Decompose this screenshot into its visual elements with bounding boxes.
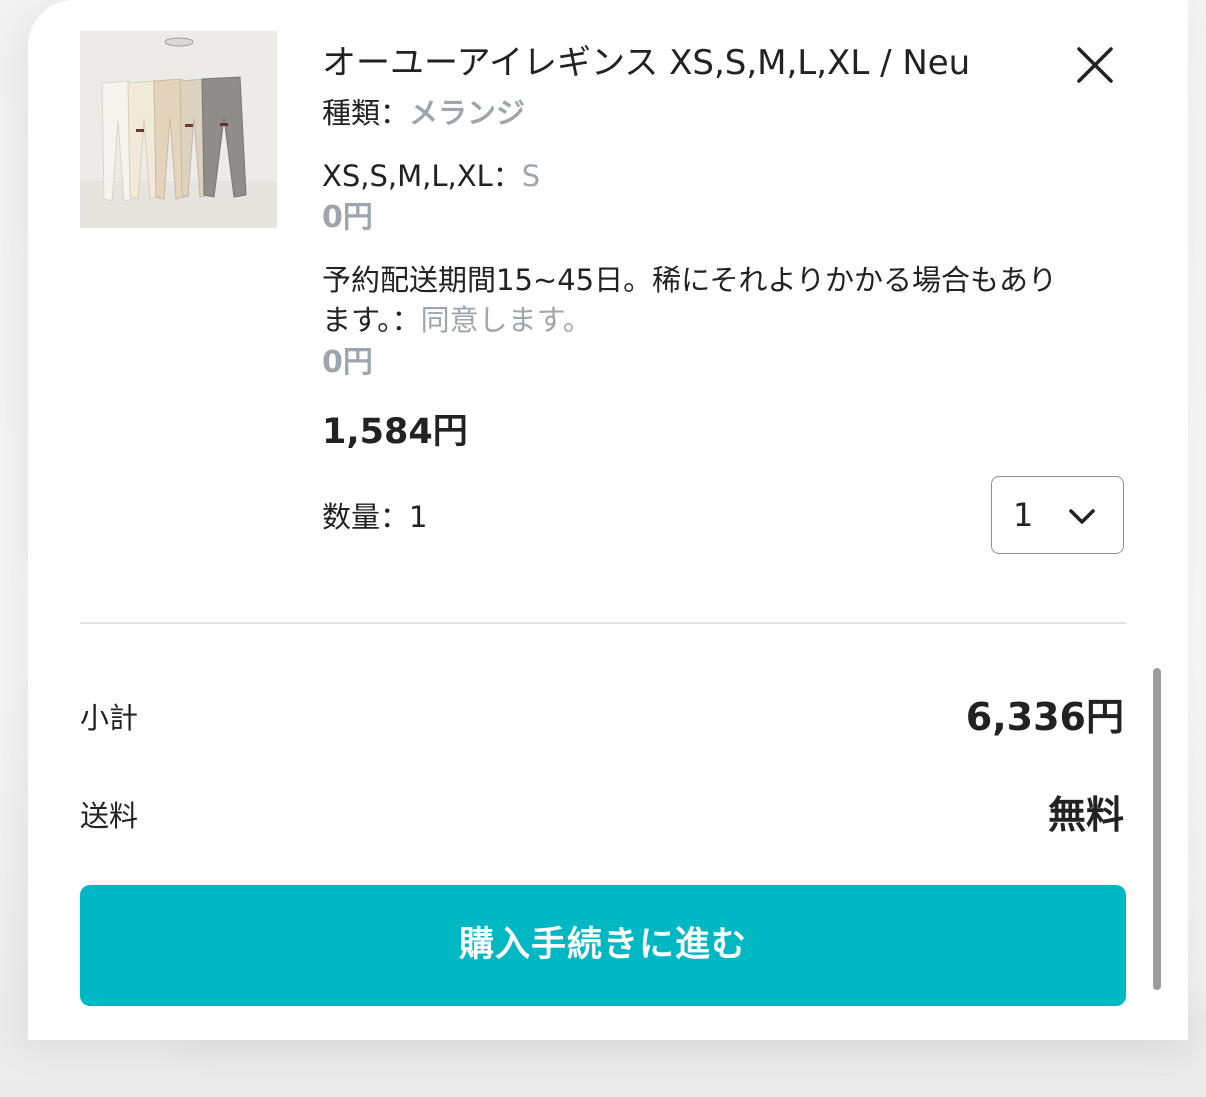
product-title[interactable]: オーユーアイレギンス XS,S,M,L,XL / Neu xyxy=(322,40,970,86)
quantity-select-value: 1 xyxy=(1013,496,1034,534)
divider xyxy=(80,622,1126,624)
option-type-row: 種類：メランジ xyxy=(322,93,525,133)
subtotal-value: 6,336円 xyxy=(965,695,1124,739)
delivery-note-value: 同意します。 xyxy=(420,303,592,337)
option-size-value: S xyxy=(521,159,541,193)
scrollbar[interactable] xyxy=(1153,668,1161,990)
option-type-value: メランジ xyxy=(409,96,526,130)
checkout-button[interactable]: 購入手続きに進む xyxy=(80,885,1126,1006)
option-size-label: XS,S,M,L,XL： xyxy=(322,159,522,193)
close-icon xyxy=(1077,47,1113,83)
option-size-row: XS,S,M,L,XL：S xyxy=(322,156,540,196)
delivery-note-prefix: ます。： xyxy=(322,303,421,337)
quantity-label: 数量：1 xyxy=(322,500,428,534)
remove-item-button[interactable] xyxy=(1070,40,1120,90)
product-image[interactable] xyxy=(80,31,277,228)
unit-price: 1,584円 xyxy=(322,412,468,452)
leggings-illustration xyxy=(80,31,277,228)
delivery-note-price: 0円 xyxy=(322,345,373,380)
subtotal-label: 小計 xyxy=(80,701,139,735)
delivery-note-line1: 予約配送期間15~45日。稀にそれよりかかる場合もあり xyxy=(322,263,1057,297)
option-type-label: 種類： xyxy=(322,96,410,130)
shipping-label: 送料 xyxy=(80,799,139,833)
shipping-value: 無料 xyxy=(1047,793,1124,837)
quantity-select[interactable]: 1 xyxy=(991,476,1124,554)
option-size-price: 0円 xyxy=(322,200,373,235)
delivery-note-line2: ます。：同意します。 xyxy=(322,300,592,340)
chevron-down-icon xyxy=(1069,509,1095,524)
